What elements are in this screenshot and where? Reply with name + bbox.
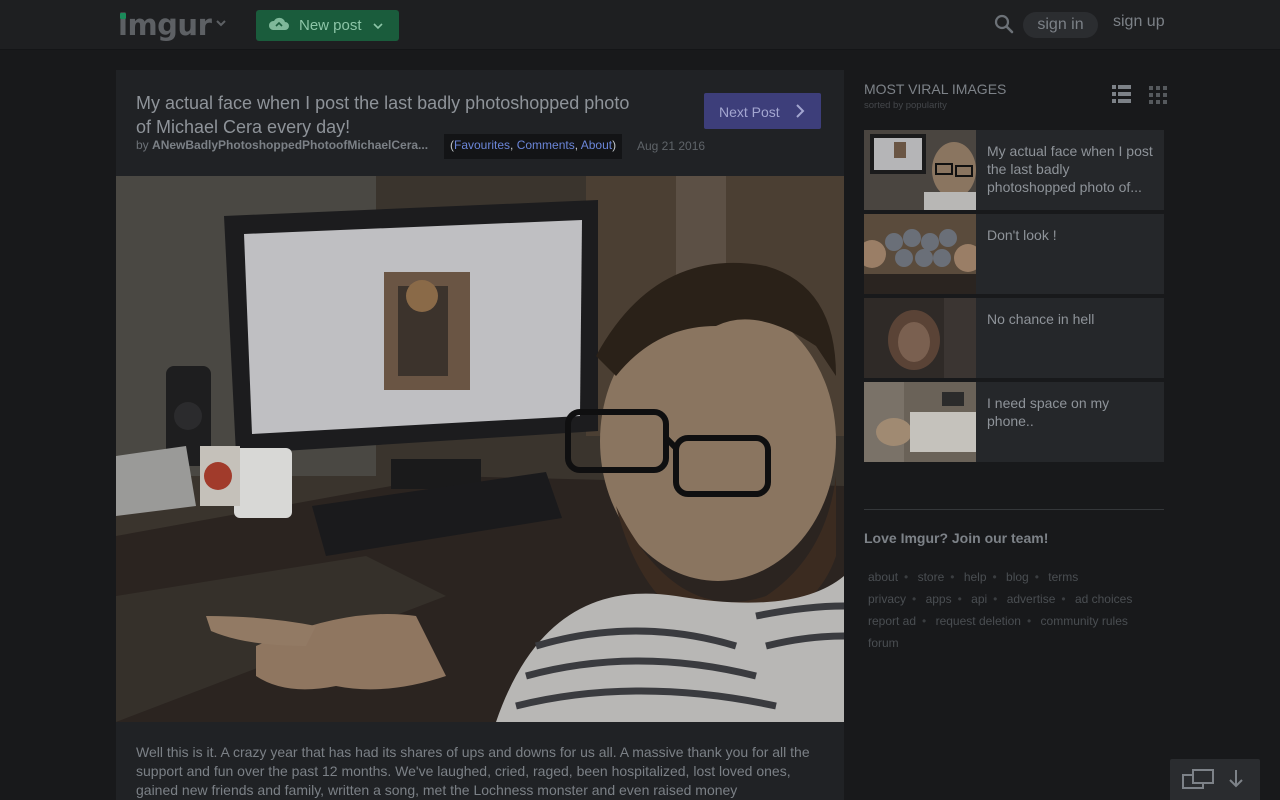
- separator-dot: •: [957, 592, 962, 606]
- post-author-link[interactable]: ANewBadlyPhotoshoppedPhotoofMichaelCera.…: [152, 138, 428, 152]
- viral-title[interactable]: I need space on my phone..: [987, 394, 1157, 430]
- imgur-logo[interactable]: imgur: [118, 8, 212, 42]
- sorted-by-label[interactable]: sorted by popularity: [864, 100, 947, 111]
- footer-link-terms[interactable]: terms: [1044, 570, 1082, 584]
- chevron-down-icon[interactable]: [214, 16, 228, 30]
- footer-link-request-deletion[interactable]: request deletion: [932, 614, 1025, 628]
- viral-thumbnail[interactable]: [864, 214, 976, 294]
- footer-link-blog[interactable]: blog: [1002, 570, 1033, 584]
- footer-link-report-ad[interactable]: report ad: [864, 614, 920, 628]
- sign-up-link[interactable]: sign up: [1113, 13, 1165, 31]
- separator-dot: •: [993, 592, 998, 606]
- post-description: Well this is it. A crazy year that has h…: [136, 744, 810, 798]
- favourites-link[interactable]: Favourites: [454, 138, 510, 152]
- comments-link[interactable]: Comments: [517, 138, 575, 152]
- viral-thumbnail[interactable]: [864, 130, 976, 210]
- viral-item[interactable]: I need space on my phone..: [864, 382, 1164, 462]
- links-close-paren: ): [612, 138, 617, 152]
- footer-link-help[interactable]: help: [960, 570, 991, 584]
- footer-links: about • store • help • blog • terms privacy •…: [864, 566, 1164, 654]
- viral-title[interactable]: Don't look !: [987, 226, 1157, 244]
- footer-link-advertise[interactable]: advertise: [1003, 592, 1060, 606]
- most-viral-heading: MOST VIRAL IMAGES: [864, 81, 1007, 97]
- viral-item[interactable]: My actual face when I post the last badl…: [864, 130, 1164, 210]
- by-label: by: [136, 138, 149, 152]
- viral-thumbnail[interactable]: [864, 298, 976, 378]
- list-view-icon[interactable]: [1112, 85, 1131, 103]
- footer-link-ad-choices[interactable]: ad choices: [1071, 592, 1136, 606]
- separator-dot: •: [1026, 614, 1032, 628]
- viral-title[interactable]: My actual face when I post the last badl…: [987, 142, 1157, 196]
- footer-link-privacy[interactable]: privacy: [864, 592, 910, 606]
- footer-link-api[interactable]: api: [967, 592, 991, 606]
- top-navbar: imgur New post sign in sign up: [0, 0, 1280, 50]
- chevron-right-icon: [796, 104, 805, 118]
- sidebar-divider: [864, 509, 1164, 510]
- new-post-label: New post: [299, 17, 362, 34]
- next-post-label: Next Post: [719, 104, 780, 120]
- search-icon[interactable]: [992, 12, 1016, 36]
- separator-dot: •: [1061, 592, 1066, 606]
- sign-in-button[interactable]: sign in: [1023, 12, 1098, 38]
- cloud-upload-icon: [268, 17, 289, 30]
- footer-link-about[interactable]: about: [864, 570, 902, 584]
- new-post-button[interactable]: New post: [256, 10, 399, 41]
- post-date: Aug 21 2016: [637, 139, 706, 153]
- viral-title[interactable]: No chance in hell: [987, 310, 1157, 328]
- separator-dot: •: [950, 570, 955, 584]
- links-separator: ,: [510, 138, 517, 152]
- next-post-button[interactable]: Next Post: [704, 93, 821, 129]
- about-link[interactable]: About: [581, 138, 612, 152]
- post-title: My actual face when I post the last badl…: [136, 93, 630, 137]
- arrow-down-icon[interactable]: [1228, 769, 1244, 789]
- footer-link-community-rules[interactable]: community rules: [1037, 614, 1132, 628]
- join-team-link[interactable]: Love Imgur? Join our team!: [864, 530, 1048, 546]
- separator-dot: •: [1034, 570, 1039, 584]
- footer-link-store[interactable]: store: [914, 570, 949, 584]
- chevron-down-icon: [373, 23, 383, 30]
- viral-item[interactable]: Don't look !: [864, 214, 1164, 294]
- separator-dot: •: [922, 614, 927, 628]
- swap-view-icon[interactable]: [1182, 769, 1214, 789]
- footer-link-apps[interactable]: apps: [922, 592, 956, 606]
- footer-link-forum[interactable]: forum: [864, 636, 903, 650]
- separator-dot: •: [912, 592, 917, 606]
- logo-dot: [120, 13, 126, 19]
- bottom-right-widget: [1170, 759, 1260, 800]
- grid-view-icon[interactable]: [1149, 86, 1167, 104]
- post-image[interactable]: [116, 176, 844, 722]
- post-links-box: (Favourites, Comments, About): [444, 134, 623, 159]
- post-author-line: by ANewBadlyPhotoshoppedPhotoofMichaelCe…: [136, 138, 428, 152]
- post-panel: My actual face when I post the last badl…: [116, 70, 844, 800]
- separator-dot: •: [992, 570, 997, 584]
- viral-thumbnail[interactable]: [864, 382, 976, 462]
- viral-item[interactable]: No chance in hell: [864, 298, 1164, 378]
- separator-dot: •: [904, 570, 909, 584]
- post-photo: [116, 176, 844, 722]
